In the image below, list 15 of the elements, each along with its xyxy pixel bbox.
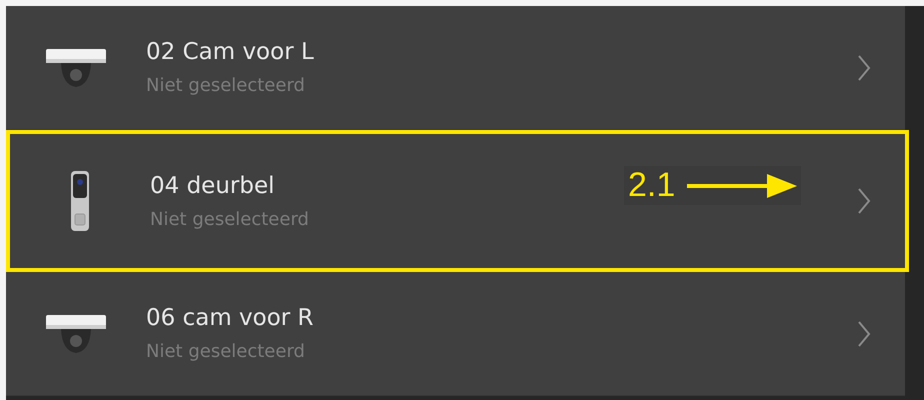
chevron-right-icon	[857, 187, 871, 215]
chevron-right-icon	[857, 320, 871, 348]
arrow-icon	[687, 174, 798, 198]
device-name: 04 deurbel	[150, 172, 275, 198]
device-name: 06 cam voor R	[146, 305, 314, 331]
chevron-right-icon	[857, 54, 871, 82]
device-row[interactable]: 04 deurbel Niet geselecteerd 2.1	[6, 130, 909, 272]
step-label: 2.1	[628, 166, 676, 205]
device-status: Niet geselecteerd	[146, 341, 305, 362]
device-status: Niet geselecteerd	[146, 75, 305, 96]
device-status: Niet geselecteerd	[150, 208, 309, 230]
device-name: 02 Cam voor L	[146, 39, 314, 65]
dome-camera-icon	[44, 312, 108, 354]
doorbell-icon	[70, 170, 90, 232]
dome-camera-icon	[44, 46, 108, 88]
